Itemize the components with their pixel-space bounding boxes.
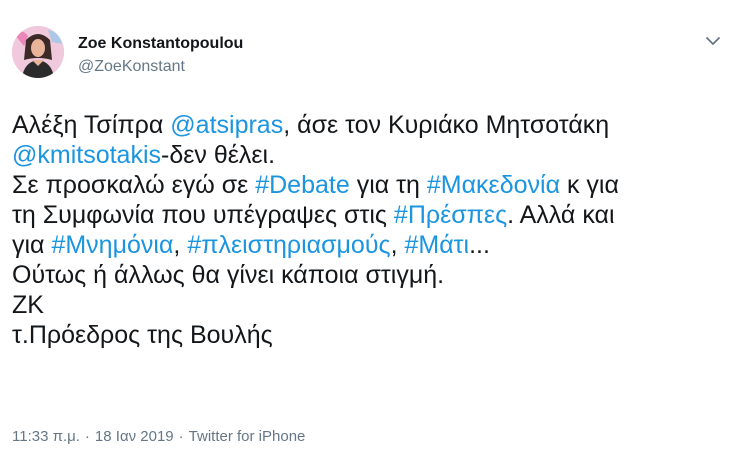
tweet-text-segment: Σε προσκαλώ εγώ σε bbox=[12, 171, 256, 199]
tweet-text-segment: -δεν θέλει. bbox=[161, 141, 276, 169]
tweet-line: Αλέξη Τσίπρα @atsipras, άσε τον Κυριάκο … bbox=[12, 110, 727, 140]
tweet-line: @kmitsotakis-δεν θέλει. bbox=[12, 140, 727, 170]
user-handle[interactable]: @ZoeKonstant bbox=[78, 57, 243, 77]
tweet-line: Ούτως ή άλλως θα γίνει κάποια στιγμή. bbox=[12, 260, 727, 290]
hashtag-link[interactable]: #πλειστηριασμούς bbox=[187, 231, 390, 259]
tweet-text-segment: για bbox=[12, 231, 52, 259]
tweet-header: Zoe Konstantopoulou @ZoeKonstant bbox=[12, 26, 243, 78]
avatar-image bbox=[12, 26, 64, 78]
tweet-line: ΖΚ bbox=[12, 290, 727, 320]
chevron-down-icon[interactable] bbox=[703, 34, 723, 48]
hashtag-link[interactable]: #Μακεδονία bbox=[427, 171, 560, 199]
tweet-line: για #Μνημόνια, #πλειστηριασμούς, #Μάτι..… bbox=[12, 230, 727, 260]
hashtag-link[interactable]: #Μάτι bbox=[404, 231, 469, 259]
tweet-text-segment: , bbox=[390, 231, 405, 259]
tweet-line: Σε προσκαλώ εγώ σε #Debate για τη #Μακεδ… bbox=[12, 170, 727, 200]
tweet-text-segment: Αλέξη Τσίπρα bbox=[12, 111, 171, 139]
tweet-text-segment: , bbox=[173, 231, 188, 259]
tweet-text-segment: ... bbox=[469, 231, 490, 259]
hashtag-link[interactable]: #Μνημόνια bbox=[51, 231, 173, 259]
tweet-text-segment: για τη bbox=[349, 171, 427, 199]
separator: · bbox=[178, 428, 184, 445]
mention-link[interactable]: @atsipras bbox=[170, 111, 283, 139]
hashtag-link[interactable]: #Debate bbox=[255, 171, 350, 199]
tweet-date[interactable]: 18 Ιαν 2019 bbox=[95, 427, 174, 447]
tweet-text-segment: κ για bbox=[560, 171, 619, 199]
tweet-text-segment: τη Συμφωνία που υπέγραψες στις bbox=[12, 201, 394, 229]
avatar[interactable] bbox=[12, 26, 64, 78]
tweet-line: τ.Πρόεδρος της Βουλής bbox=[12, 320, 727, 350]
tweet-text-segment: , άσε τον Κυριάκο Μητσοτάκη bbox=[283, 111, 610, 139]
mention-link[interactable]: @kmitsotakis bbox=[12, 141, 161, 169]
separator: · bbox=[84, 428, 90, 445]
tweet-source[interactable]: Twitter for iPhone bbox=[189, 427, 306, 447]
tweet: Zoe Konstantopoulou @ZoeKonstant Αλέξη Τ… bbox=[0, 0, 735, 450]
tweet-time[interactable]: 11:33 π.μ. bbox=[12, 427, 80, 447]
author-names: Zoe Konstantopoulou @ZoeKonstant bbox=[78, 34, 243, 77]
tweet-text-segment: ΖΚ bbox=[12, 291, 44, 319]
tweet-line: τη Συμφωνία που υπέγραψες στις #Πρέσπες.… bbox=[12, 200, 727, 230]
hashtag-link[interactable]: #Πρέσπες bbox=[394, 201, 507, 229]
tweet-text-segment: . Αλλά και bbox=[507, 201, 615, 229]
tweet-text-segment: τ.Πρόεδρος της Βουλής bbox=[12, 321, 273, 349]
tweet-text-segment: Ούτως ή άλλως θα γίνει κάποια στιγμή. bbox=[12, 261, 445, 289]
display-name[interactable]: Zoe Konstantopoulou bbox=[78, 34, 243, 54]
tweet-text: Αλέξη Τσίπρα @atsipras, άσε τον Κυριάκο … bbox=[12, 110, 727, 350]
tweet-footer: 11:33 π.μ. · 18 Ιαν 2019 · Twitter for i… bbox=[12, 427, 305, 447]
